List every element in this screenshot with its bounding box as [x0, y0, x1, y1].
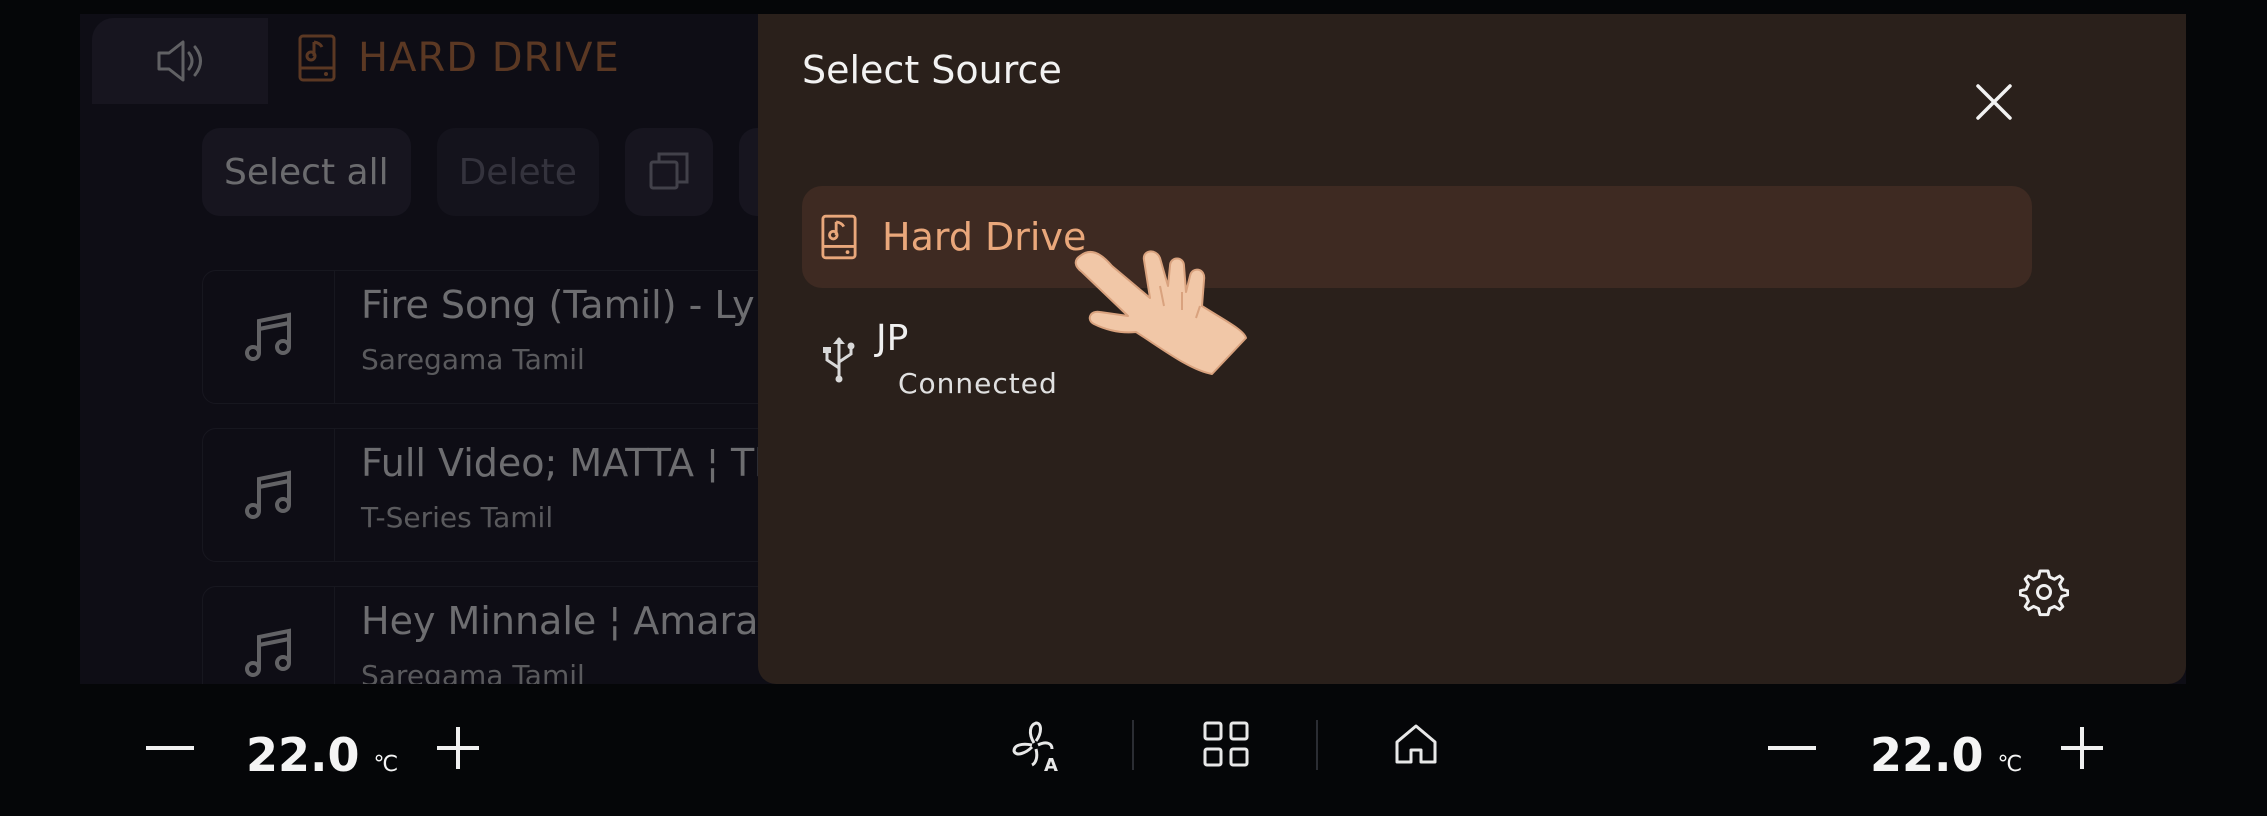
- delete-button[interactable]: Delete: [436, 128, 599, 216]
- usb-device-name: JP: [876, 318, 909, 359]
- fan-auto-button[interactable]: A: [1006, 714, 1068, 778]
- climate-bar: 22.0 ℃ A 22.0 ℃: [0, 690, 2267, 816]
- music-note-icon: [244, 470, 291, 519]
- toolbar: Select all Delete C: [202, 128, 809, 216]
- song-title: Full Video; MATTA ¦ The: [361, 441, 802, 485]
- grid-icon: [1203, 721, 1249, 767]
- usb-icon: [823, 337, 855, 383]
- divider: [1132, 720, 1134, 770]
- song-title: Hey Minnale ¦ Amaran (: [361, 599, 810, 643]
- close-button[interactable]: [1964, 72, 2024, 132]
- volume-button[interactable]: [92, 18, 268, 104]
- close-icon: [1976, 84, 2012, 120]
- right-temp-decrease-button[interactable]: [1762, 718, 1822, 778]
- minus-icon: [1768, 746, 1816, 750]
- song-artist: T-Series Tamil: [361, 501, 554, 534]
- minus-icon: [146, 746, 194, 750]
- home-button[interactable]: [1386, 714, 1446, 774]
- dialog-title: Select Source: [802, 48, 1062, 92]
- home-icon: [1395, 724, 1437, 764]
- right-temperature: 22.0 ℃: [1870, 728, 2023, 782]
- copy-icon: [649, 152, 689, 190]
- plus-icon: [437, 727, 479, 769]
- fan-icon: A: [1012, 721, 1058, 773]
- source-label: Hard Drive: [882, 215, 1087, 259]
- source-header[interactable]: HARD DRIVE: [298, 34, 620, 82]
- speaker-icon: [157, 40, 202, 82]
- gear-icon: [2019, 569, 2069, 617]
- right-temp-increase-button[interactable]: [2052, 718, 2112, 778]
- left-temperature: 22.0 ℃: [246, 728, 399, 782]
- temp-unit: ℃: [1997, 752, 2023, 777]
- source-item-usb[interactable]: JP Connected: [802, 304, 2032, 414]
- hard-drive-icon: [298, 34, 336, 82]
- song-title: Fire Song (Tamil) - Lyric: [361, 283, 802, 327]
- left-temp-decrease-button[interactable]: [140, 718, 200, 778]
- hard-drive-icon: [821, 214, 857, 260]
- source-item-hard-drive[interactable]: Hard Drive: [802, 186, 2032, 288]
- music-note-icon: [244, 312, 291, 361]
- song-artist: Saregama Tamil: [361, 659, 585, 684]
- select-source-dialog: Select Source Hard Drive JP Connected: [758, 14, 2186, 684]
- pointing-hand-icon: [1074, 250, 1247, 375]
- settings-button[interactable]: [2014, 562, 2074, 622]
- left-temp-increase-button[interactable]: [428, 718, 488, 778]
- song-artist: Saregama Tamil: [361, 343, 585, 376]
- plus-icon: [2061, 727, 2103, 769]
- select-all-button[interactable]: Select all: [202, 128, 411, 216]
- music-note-icon: [244, 628, 291, 677]
- source-title: HARD DRIVE: [358, 35, 620, 81]
- copy-button[interactable]: [624, 128, 713, 216]
- temp-unit: ℃: [373, 752, 399, 777]
- svg-text:A: A: [1044, 755, 1058, 773]
- divider: [1316, 720, 1318, 770]
- usb-status: Connected: [898, 367, 1058, 400]
- apps-button[interactable]: [1196, 714, 1256, 774]
